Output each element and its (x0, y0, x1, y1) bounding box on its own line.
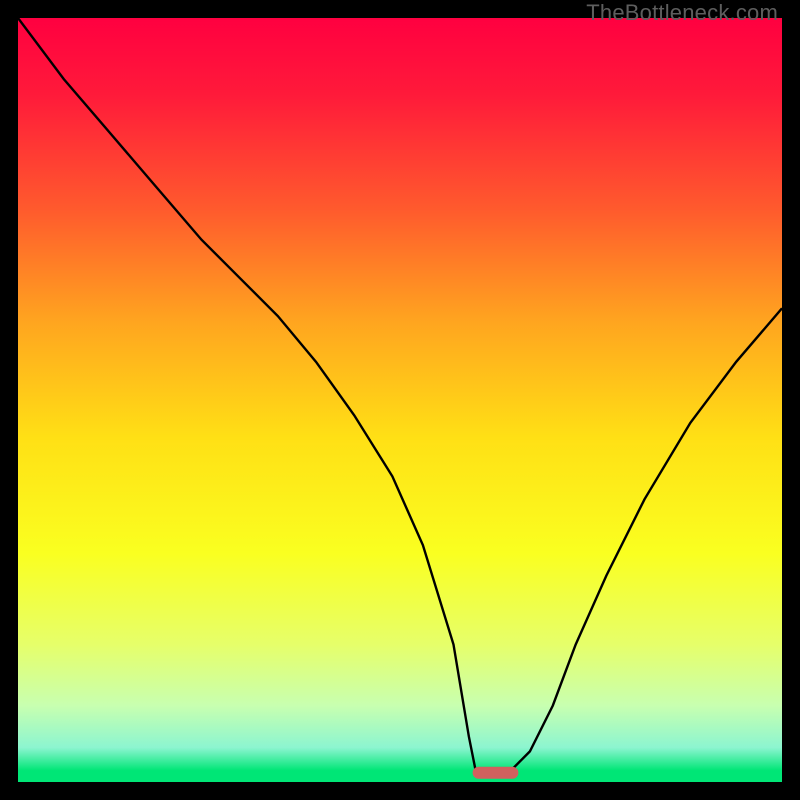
gradient-background (18, 18, 782, 782)
watermark-text: TheBottleneck.com (586, 0, 778, 26)
optimal-zone-marker (473, 767, 519, 779)
chart-frame (18, 18, 782, 782)
chart-svg (18, 18, 782, 782)
